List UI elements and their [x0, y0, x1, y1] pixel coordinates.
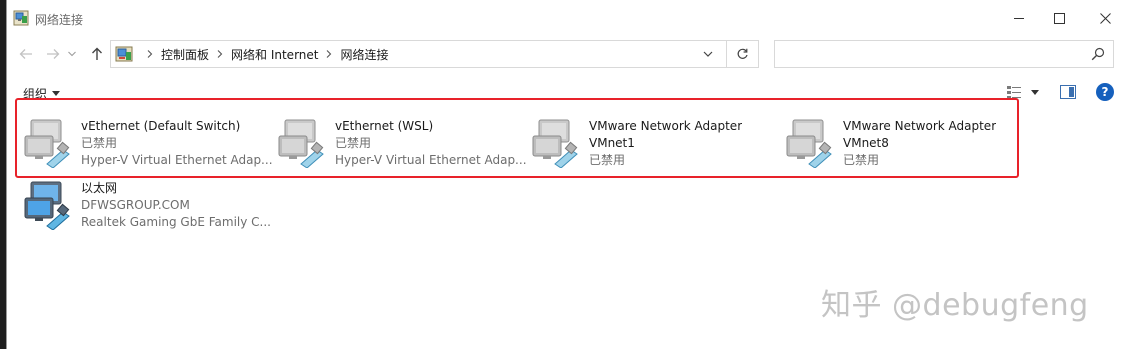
close-icon	[1099, 12, 1111, 24]
network-adapter-connected-icon	[24, 181, 70, 230]
breadcrumb-network-connections[interactable]: 网络连接	[340, 46, 388, 63]
close-button[interactable]	[1085, 4, 1125, 32]
breadcrumb-separator-icon	[147, 50, 153, 58]
recent-locations-button[interactable]	[65, 44, 79, 64]
annotation-highlight-box	[15, 98, 1019, 178]
window-title: 网络连接	[35, 13, 84, 27]
chevron-down-icon	[52, 91, 61, 96]
breadcrumb-network-internet[interactable]: 网络和 Internet	[231, 46, 318, 63]
connection-item-ethernet[interactable]: 以太网 DFWSGROUP.COM Realtek Gaming GbE Fam…	[23, 180, 271, 240]
view-options-dropdown-icon[interactable]	[1031, 90, 1039, 95]
search-box[interactable]	[774, 40, 1114, 68]
breadcrumb-separator-icon	[326, 50, 332, 58]
arrow-right-icon	[47, 49, 60, 59]
breadcrumb: 控制面板 网络和 Internet 网络连接	[115, 41, 389, 67]
search-input[interactable]	[781, 45, 1085, 65]
address-history-dropdown-icon[interactable]	[703, 47, 713, 61]
refresh-button[interactable]	[727, 40, 759, 68]
title-bar: 网络连接	[7, 0, 1128, 36]
search-icon[interactable]	[1091, 47, 1105, 61]
refresh-icon	[737, 48, 748, 59]
control-panel-icon	[115, 46, 133, 62]
chevron-down-icon	[68, 51, 76, 57]
arrow-up-icon	[92, 47, 102, 60]
back-button[interactable]	[15, 44, 37, 64]
maximize-icon	[1053, 12, 1065, 24]
forward-button[interactable]	[42, 44, 64, 64]
maximize-button[interactable]	[1039, 4, 1079, 32]
minimize-icon	[1014, 17, 1024, 19]
preview-pane-button[interactable]	[1060, 85, 1076, 99]
up-button[interactable]	[86, 44, 108, 64]
breadcrumb-control-panel[interactable]: 控制面板	[161, 46, 209, 63]
connection-adapter: Realtek Gaming GbE Family C...	[81, 215, 271, 229]
address-bar[interactable]: 控制面板 网络和 Internet 网络连接	[110, 40, 727, 68]
minimize-button[interactable]	[999, 4, 1039, 32]
breadcrumb-separator-icon	[217, 50, 223, 58]
watermark: 知乎 @debugfeng	[821, 288, 1089, 323]
explorer-window: 网络连接 控制面板 网络和 Internet 网络连接 组织 ? vEthern…	[6, 0, 1128, 349]
connection-name: 以太网	[81, 181, 118, 195]
arrow-left-icon	[19, 49, 32, 59]
network-connections-icon	[13, 10, 29, 26]
connection-network: DFWSGROUP.COM	[81, 198, 190, 212]
help-button[interactable]: ?	[1096, 83, 1114, 101]
